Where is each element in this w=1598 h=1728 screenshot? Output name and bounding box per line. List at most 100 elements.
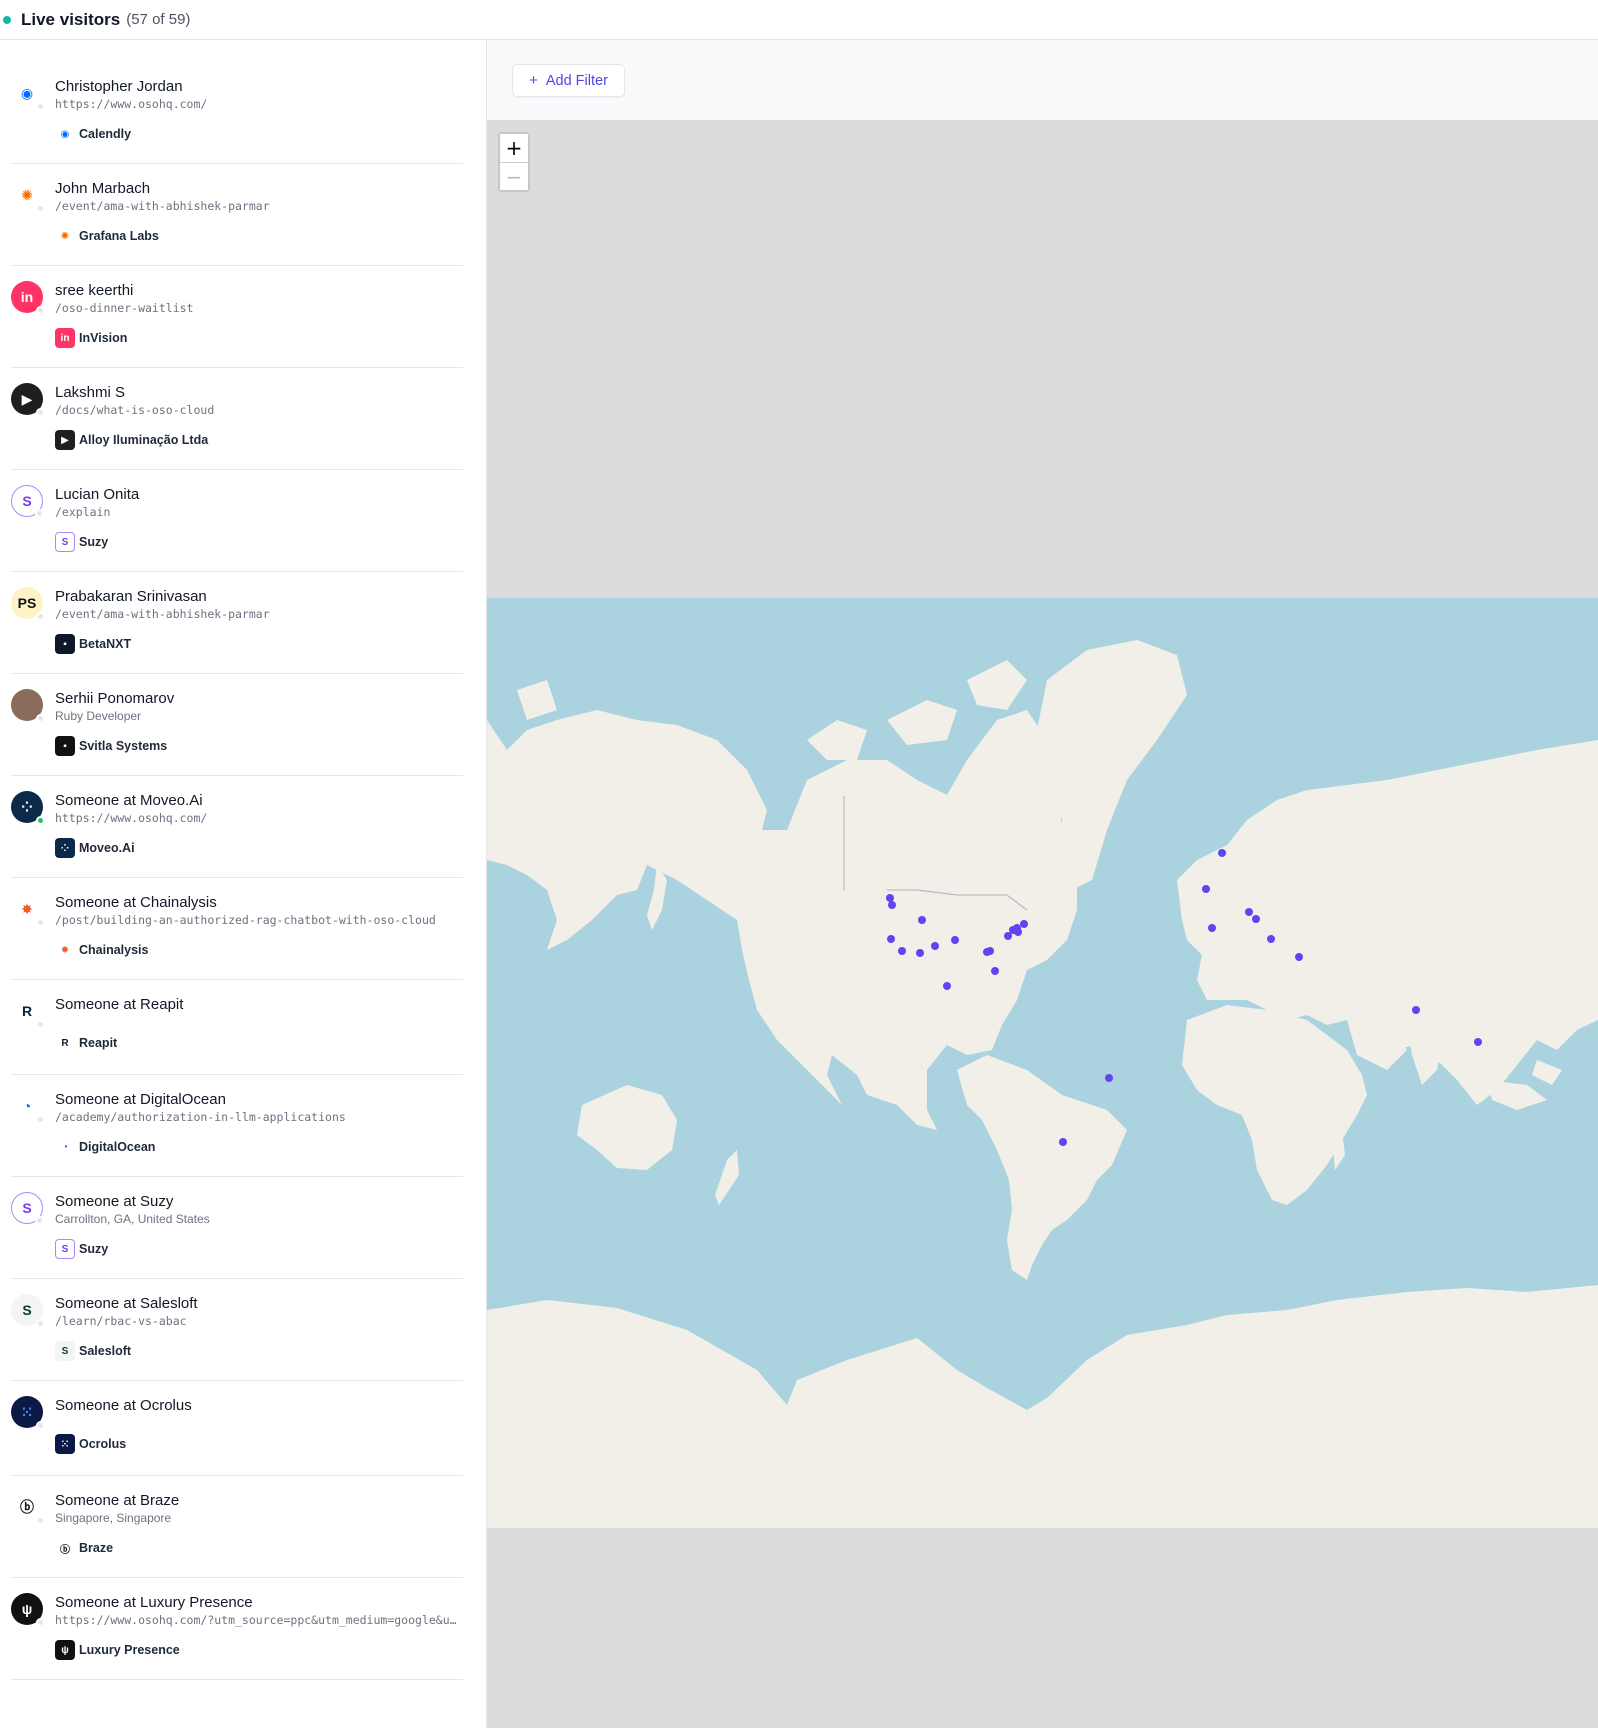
visitor-marker[interactable] [951,936,959,944]
visitor-row[interactable]: ◔ Someone at DigitalOcean/academy/authori… [11,1075,463,1177]
visitor-row[interactable]: in sree keerthi/oso-dinner-waitlist in InVi… [11,266,463,368]
visitor-name: Someone at DigitalOcean [55,1091,226,1108]
add-filter-button[interactable]: + Add Filter [512,64,625,97]
company-tag[interactable]: in InVision [55,328,127,348]
visitor-marker[interactable] [1020,920,1028,928]
company-logo-icon: ⓑ [55,1538,75,1558]
visitor-list: ◉ Christopher Jordan https://www.osohq.com… [0,40,487,1728]
visitor-marker[interactable] [1295,953,1303,961]
zoom-out-button[interactable]: − [500,162,528,190]
avatar-glyph: ⁙ [21,1403,33,1420]
visitor-marker[interactable] [898,947,906,955]
visitor-row[interactable]: ⁘ Someone at Moveo.Ai https://www.osohq.co… [11,776,463,878]
visitor-name: John Marbach [55,180,151,197]
suzy-logo-icon: S [11,485,44,518]
company-tag[interactable]: R Reapit [55,1033,117,1053]
map-canvas[interactable] [487,120,1598,1728]
visitor-name: sree keerthi [55,282,134,299]
visitor-row[interactable]: ⁙ Someone at Ocrolus ⁙ Ocrolus [11,1381,463,1476]
visitor-marker[interactable] [887,935,895,943]
company-name: Chainalysis [79,943,149,957]
company-logo-icon: S [55,1341,75,1361]
visitor-name: Someone at Reapit [55,996,184,1013]
visitor-marker[interactable] [1059,1138,1067,1146]
visitor-marker[interactable] [943,982,951,990]
visitor-row[interactable]: ✺ John Marbach/event/ama-with-abhishek-pa… [11,164,463,266]
visitor-marker[interactable] [1412,1006,1420,1014]
visitor-row[interactable]: R Someone at Reapit R Reapit [11,980,463,1075]
visitor-marker[interactable] [1202,885,1210,893]
visitor-row[interactable]: Serhii Ponomarov Ruby Developer ▪ Svitla Sy… [11,674,463,776]
company-tag[interactable]: ✺ Grafana Labs [55,226,159,246]
visitor-detail: /academy/authorization-in-llm-applicatio… [55,1110,346,1124]
company-name: Reapit [79,1036,118,1050]
visitor-row[interactable]: PS Prabakaran Srinivasan/event/ama-with-a… [11,572,463,674]
company-tag[interactable]: ⁙ Ocrolus [55,1434,126,1454]
visitor-row[interactable]: ▶ Lakshmi S/docs/what-is-oso-cloud ▶ Alloy … [11,368,463,470]
company-tag[interactable]: ◔ DigitalOcean [55,1137,155,1157]
braze-logo-icon: ⓑ [11,1491,45,1525]
visitor-marker[interactable] [1267,935,1275,943]
map-panel: + Add Filter + − [487,40,1598,1728]
visitor-name: Christopher Jordan [55,78,183,95]
online-status-indicator [36,1115,45,1124]
company-logo-icon: ◉ [55,124,75,144]
visitor-marker[interactable] [916,949,924,957]
visitor-marker[interactable] [888,901,896,909]
visitor-row[interactable]: S Someone at Suzy Carrollton, GA, United S… [11,1177,463,1279]
visitor-row[interactable]: ψ Someone at Luxury Presence https://www.o… [11,1578,463,1680]
online-status-indicator [36,1319,45,1328]
company-tag[interactable]: ✸ Chainalysis [55,940,148,960]
online-status-indicator [36,1516,45,1525]
visitor-marker[interactable] [1245,908,1253,916]
visitor-marker[interactable] [1014,928,1022,936]
company-tag[interactable]: ⓑ Braze [55,1538,113,1558]
visitor-marker[interactable] [931,942,939,950]
visitor-marker[interactable] [1474,1038,1482,1046]
visitor-name: Someone at Salesloft [55,1295,198,1312]
visitor-detail: https://www.osohq.com/?utm_source=ppc&ut… [55,1613,463,1627]
company-tag[interactable]: ▪ Svitla Systems [55,736,167,756]
avatar-glyph: ψ [21,1601,33,1617]
company-tag[interactable]: S Suzy [55,1239,108,1259]
filter-bar: + Add Filter [487,40,1598,120]
visitor-row[interactable]: ◉ Christopher Jordan https://www.osohq.com… [11,62,463,164]
visitor-name: Lucian Onita [55,486,140,503]
visitor-row[interactable]: ⓑ Someone at Braze Singapore, Singapore ⓑ Br… [11,1476,463,1578]
company-name: DigitalOcean [79,1140,156,1154]
company-tag[interactable]: S Suzy [55,532,108,552]
visitor-marker[interactable] [1208,924,1216,932]
online-status-indicator [36,918,45,927]
company-logo-icon: ▪ [55,736,75,756]
visitor-marker[interactable] [1105,1074,1113,1082]
company-name: Luxury Presence [79,1643,180,1657]
visitor-detail: /event/ama-with-abhishek-parmar [55,607,270,621]
visitor-marker[interactable] [1252,915,1260,923]
company-name: Grafana Labs [79,229,159,243]
online-status-indicator [36,714,45,723]
initials-avatar: PS [11,587,45,621]
world-map[interactable]: + − [487,120,1598,1728]
visitor-name: Someone at Moveo.Ai [55,792,203,809]
zoom-in-button[interactable]: + [500,134,528,162]
visitor-marker[interactable] [918,916,926,924]
visitor-marker[interactable] [886,894,894,902]
calendly-logo-icon: ◉ [11,77,45,111]
visitor-marker[interactable] [991,967,999,975]
company-tag[interactable]: ⁘ Moveo.Ai [55,838,135,858]
visitor-row[interactable]: S Lucian Onita/explain S Suzy [11,470,463,572]
company-tag[interactable]: ◉ Calendly [55,124,131,144]
visitor-row[interactable]: ✸ Someone at Chainalysis/post/building-an… [11,878,463,980]
company-tag[interactable]: ▪ BetaNXT [55,634,131,654]
company-logo-icon: ⁘ [55,838,75,858]
company-tag[interactable]: ▶ Alloy Iluminação Ltda [55,430,208,450]
company-tag[interactable]: ψ Luxury Presence [55,1640,180,1660]
visitor-marker[interactable] [1218,849,1226,857]
visitor-row[interactable]: S Someone at Salesloft/learn/rbac-vs-abac… [11,1279,463,1381]
visitor-name: Lakshmi S [55,384,126,401]
visitor-detail: https://www.osohq.com/ [55,97,208,111]
company-tag[interactable]: S Salesloft [55,1341,131,1361]
avatar-glyph: ✸ [21,900,33,917]
visitor-marker[interactable] [986,947,994,955]
avatar-glyph: ⁘ [21,798,33,815]
